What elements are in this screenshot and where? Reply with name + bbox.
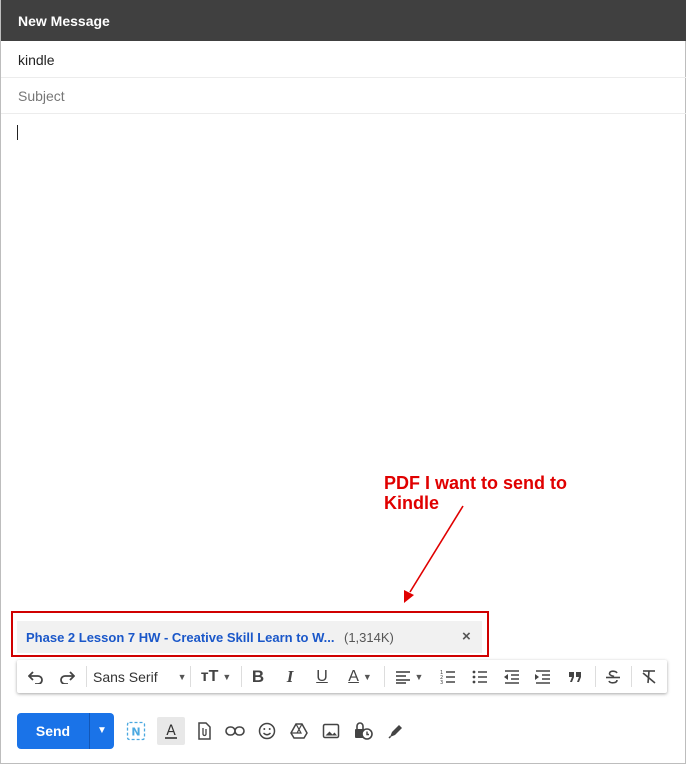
insert-link-icon[interactable] [221, 717, 249, 745]
toolbar-separator [86, 666, 87, 687]
text-size-icon[interactable]: тT ▼ [197, 660, 235, 693]
attachment-size: (1,314K) [344, 630, 394, 645]
chevron-down-icon: ▼ [222, 671, 232, 682]
toolbar-separator [384, 666, 385, 687]
chevron-down-icon: ▼ [414, 671, 424, 682]
svg-text:N: N [131, 726, 140, 739]
text-color-icon[interactable]: A ▼ [341, 660, 379, 693]
undo-icon[interactable] [23, 660, 49, 693]
svg-text:3: 3 [440, 680, 443, 684]
indent-more-icon[interactable] [530, 660, 556, 693]
send-label[interactable]: Send [17, 713, 89, 749]
remove-formatting-icon[interactable] [636, 660, 662, 693]
annotation-text: PDF I want to send to Kindle [384, 473, 567, 513]
toolbar-separator [595, 666, 596, 687]
toolbar-separator [631, 666, 632, 687]
google-drive-icon[interactable] [285, 717, 313, 745]
indent-less-icon[interactable] [499, 660, 525, 693]
numbered-list-icon[interactable]: 123 [435, 660, 461, 693]
compose-titlebar[interactable]: New Message [1, 0, 686, 41]
bold-icon[interactable]: B [245, 660, 271, 693]
message-body[interactable] [0, 114, 686, 604]
italic-icon[interactable]: I [277, 660, 303, 693]
insert-signature-icon[interactable] [382, 717, 410, 745]
chevron-down-icon: ▼ [362, 671, 372, 682]
attachment-chip[interactable]: Phase 2 Lesson 7 HW - Creative Skill Lea… [17, 621, 482, 653]
send-button[interactable]: Send ▼ [17, 713, 114, 749]
quote-icon[interactable] [562, 660, 588, 693]
subject-field[interactable]: Subject [1, 77, 686, 114]
subject-placeholder: Subject [18, 88, 65, 104]
strikethrough-icon[interactable] [600, 660, 626, 693]
toolbar-separator [190, 666, 191, 687]
svg-text:A: A [166, 723, 176, 739]
underline-icon[interactable]: U [309, 660, 335, 693]
toolbar-separator [241, 666, 242, 687]
text-size-glyph: тT [200, 667, 219, 685]
bulleted-list-icon[interactable] [467, 660, 493, 693]
underline-glyph: U [316, 667, 328, 685]
attach-file-icon[interactable] [190, 717, 218, 745]
formatting-toolbar: Sans Serif ▼ тT ▼ B I U A ▼ ▼ 123 [17, 660, 667, 693]
formatting-options-icon[interactable]: A [157, 717, 185, 745]
to-field[interactable]: kindle [1, 41, 686, 78]
compose-title: New Message [18, 13, 110, 29]
font-select[interactable]: Sans Serif ▼ [93, 660, 187, 693]
chevron-down-icon: ▼ [177, 671, 187, 682]
font-select-value: Sans Serif [93, 668, 158, 685]
more-send-options-icon[interactable]: ▼ [90, 713, 114, 749]
insert-photo-icon[interactable] [317, 717, 345, 745]
insert-emoji-icon[interactable] [253, 717, 281, 745]
align-icon[interactable]: ▼ [389, 660, 429, 693]
redo-icon[interactable] [54, 660, 80, 693]
attachment-name[interactable]: Phase 2 Lesson 7 HW - Creative Skill Lea… [26, 630, 334, 645]
to-value: kindle [18, 52, 55, 68]
remove-attachment-icon[interactable]: × [462, 628, 471, 645]
italic-glyph: I [286, 666, 294, 686]
text-color-glyph: A [348, 667, 359, 685]
confidential-mode-icon[interactable] [349, 717, 377, 745]
bold-glyph: B [251, 666, 265, 686]
grammarly-icon[interactable]: N [122, 717, 150, 745]
